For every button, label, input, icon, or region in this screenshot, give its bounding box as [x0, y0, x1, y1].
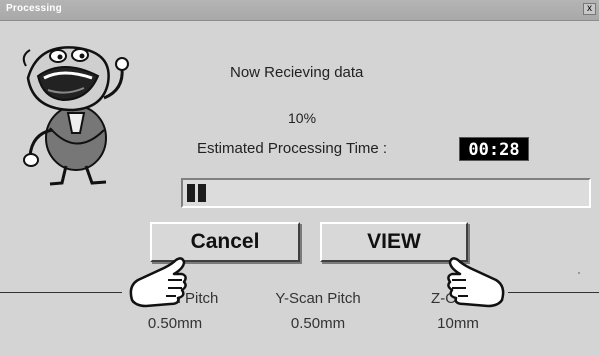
pointing-hand-icon	[129, 257, 187, 308]
progress-bar-fill	[187, 184, 206, 202]
window-title: Processing	[6, 3, 62, 14]
status-text: Now Recieving data	[230, 64, 364, 81]
decorative-dot	[578, 272, 580, 274]
callout-line-left	[0, 292, 122, 293]
progress-percent: 10%	[288, 110, 317, 126]
title-bar: Processing x	[0, 0, 599, 21]
close-icon[interactable]: x	[583, 3, 596, 15]
estimated-time-display: 00:28	[459, 137, 529, 161]
estimated-time-label: Estimated Processing Time :	[197, 140, 388, 157]
cartoon-mascot-icon	[22, 46, 129, 186]
z-offset-value: 10mm	[437, 315, 479, 332]
progress-block	[187, 184, 195, 202]
processing-dialog: Processing x Now Recieving data 10% Esti…	[0, 0, 599, 356]
x-scan-pitch-value: 0.50mm	[147, 315, 203, 332]
pointing-hand-icon	[447, 257, 505, 308]
y-scan-pitch-label: Y-Scan Pitch	[275, 290, 361, 307]
progress-block	[198, 184, 206, 202]
y-scan-pitch-value: 0.50mm	[290, 315, 346, 332]
progress-bar	[181, 178, 591, 208]
